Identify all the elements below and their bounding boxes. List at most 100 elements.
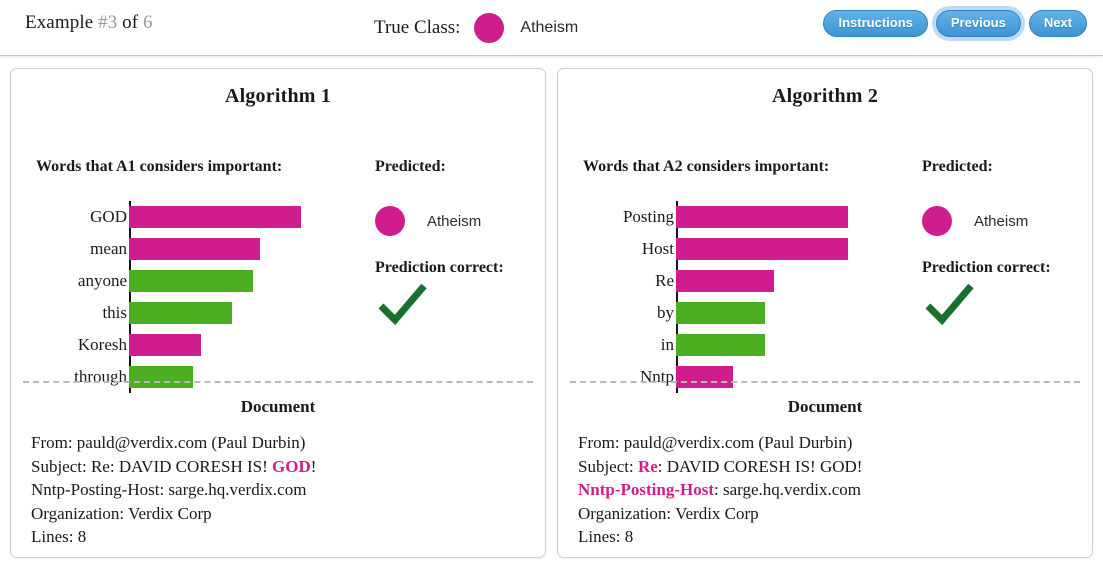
document-line: Organization: Verdix Corp <box>31 502 531 526</box>
document-text: Subject: <box>578 456 638 476</box>
document-text: Organization: Verdix Corp <box>578 503 759 523</box>
example-counter-middle: of <box>117 12 144 33</box>
predicted-class-label: Atheism <box>974 212 1029 230</box>
true-class-value: Atheism <box>520 19 579 36</box>
algorithm-1-predicted-heading: Predicted: <box>375 158 446 175</box>
algorithm-1-document-body: From: pauld@verdix.com (Paul Durbin) Subj… <box>31 431 531 549</box>
bar-label: by <box>657 303 674 322</box>
bar-row: through <box>11 361 545 393</box>
true-class-label: True Class: <box>374 17 461 38</box>
algorithm-1-prediction-block: Atheism Prediction correct: <box>375 201 545 332</box>
algorithm-1-divider <box>23 381 533 383</box>
predicted-class-color-dot-icon <box>922 206 952 236</box>
algorithm-1-predicted-class: Atheism <box>375 201 545 241</box>
predicted-class-color-dot-icon <box>375 206 405 236</box>
document-line: Nntp-Posting-Host: sarge.hq.verdix.com <box>31 478 531 502</box>
document-line: Lines: 8 <box>578 525 1078 549</box>
bar-negative <box>129 270 253 292</box>
algorithm-2-words-heading: Words that A2 considers important: <box>583 158 830 175</box>
document-line: From: pauld@verdix.com (Paul Durbin) <box>578 431 1078 455</box>
header-bar: Example #3 of 6 True Class: Atheism Inst… <box>0 0 1103 56</box>
document-line: Subject: Re: DAVID CORESH IS! GOD! <box>31 455 531 479</box>
bar-track <box>676 361 1092 393</box>
bar-negative <box>676 302 766 324</box>
bar-track <box>129 361 545 393</box>
algorithm-2-panel: Algorithm 2 Words that A2 considers impo… <box>557 68 1093 558</box>
document-line: From: pauld@verdix.com (Paul Durbin) <box>31 431 531 455</box>
document-text: Lines: 8 <box>31 527 87 546</box>
algorithm-1-check-mark-icon <box>377 283 545 332</box>
highlighted-token: Re <box>637 456 658 476</box>
algorithm-1-upper: Words that A1 considers important: Predi… <box>11 108 545 393</box>
bar-track <box>676 329 1092 361</box>
bar-positive <box>676 238 848 260</box>
algorithm-2-upper: Words that A2 considers important: Predi… <box>558 108 1092 393</box>
algorithm-2-check-mark-icon <box>924 283 1092 332</box>
predicted-class-label: Atheism <box>427 212 482 230</box>
example-counter-prefix: Example <box>25 12 99 33</box>
bar-label: anyone <box>77 271 127 290</box>
previous-button[interactable]: Previous <box>935 10 1021 37</box>
bar-row: in <box>558 329 1092 361</box>
bar-label: Re <box>655 271 674 290</box>
algorithm-2-title: Algorithm 2 <box>771 85 879 107</box>
bar-label: Host <box>641 239 674 258</box>
algorithm-2-document-body: From: pauld@verdix.com (Paul Durbin) Subj… <box>578 431 1078 549</box>
bar-label: Nntp <box>640 367 674 386</box>
example-counter: Example #3 of 6 <box>25 12 153 34</box>
algorithm-1-document-title: Document <box>240 397 316 416</box>
bar-negative <box>676 334 766 356</box>
document-line: Nntp-Posting-Host: sarge.hq.verdix.com <box>578 478 1078 502</box>
bar-label: Posting <box>622 207 674 226</box>
algorithm-2-document-title: Document <box>787 397 863 416</box>
algorithm-2-divider <box>570 381 1080 383</box>
bar-label: through <box>74 367 127 386</box>
true-class-color-dot-icon <box>474 13 505 43</box>
true-class-block: True Class: Atheism <box>374 13 578 43</box>
bar-label: in <box>660 335 674 354</box>
algorithm-1-title: Algorithm 1 <box>224 85 332 107</box>
algorithm-2-predicted-heading: Predicted: <box>922 158 993 175</box>
bar-row: Koresh <box>11 329 545 361</box>
bar-positive <box>676 206 848 228</box>
document-line: Organization: Verdix Corp <box>578 502 1078 526</box>
document-line: Subject: Re: DAVID CORESH IS! GOD! <box>578 455 1078 479</box>
bar-positive <box>676 270 775 292</box>
highlighted-token: GOD <box>272 456 311 476</box>
example-counter-total: 6 <box>143 12 153 33</box>
bar-track <box>129 329 545 361</box>
highlighted-token: Nntp-Posting-Host <box>578 480 715 499</box>
panels-container: Algorithm 1 Words that A1 considers impo… <box>10 68 1093 558</box>
algorithm-2-predicted-class: Atheism <box>922 201 1092 241</box>
bar-label: mean <box>90 239 127 258</box>
document-text: ! <box>310 456 317 476</box>
bar-label: GOD <box>90 207 127 226</box>
document-text: Organization: Verdix Corp <box>31 503 212 523</box>
algorithm-2-prediction-correct-heading: Prediction correct: <box>922 259 1051 276</box>
document-text: From: pauld@verdix.com (Paul Durbin) <box>31 433 306 452</box>
bar-row: Nntp <box>558 361 1092 393</box>
bar-negative <box>129 366 193 388</box>
algorithm-1-prediction-correct-heading: Prediction correct: <box>375 259 504 276</box>
bar-positive <box>129 334 202 356</box>
example-counter-number: #3 <box>98 12 118 33</box>
bar-positive <box>129 206 301 228</box>
instructions-button[interactable]: Instructions <box>823 10 928 37</box>
document-text: : DAVID CORESH IS! GOD! <box>657 456 863 476</box>
bar-positive <box>129 238 260 260</box>
next-button[interactable]: Next <box>1028 10 1087 37</box>
document-text: From: pauld@verdix.com (Paul Durbin) <box>578 433 853 452</box>
document-text: Subject: Re: DAVID CORESH IS! <box>31 456 272 476</box>
document-text: Nntp-Posting-Host: sarge.hq.verdix.com <box>31 480 307 499</box>
algorithm-1-words-heading: Words that A1 considers important: <box>36 158 283 175</box>
bar-label: this <box>102 303 127 322</box>
app-root: Example #3 of 6 True Class: Atheism Inst… <box>0 0 1103 565</box>
algorithm-1-panel: Algorithm 1 Words that A1 considers impo… <box>10 68 546 558</box>
bar-negative <box>129 302 233 324</box>
nav-buttons: Instructions Previous Next <box>823 10 1087 37</box>
bar-label: Koresh <box>77 335 127 354</box>
document-line: Lines: 8 <box>31 525 531 549</box>
bar-positive <box>676 366 733 388</box>
algorithm-2-prediction-block: Atheism Prediction correct: <box>922 201 1092 332</box>
document-text: : sarge.hq.verdix.com <box>714 480 861 499</box>
